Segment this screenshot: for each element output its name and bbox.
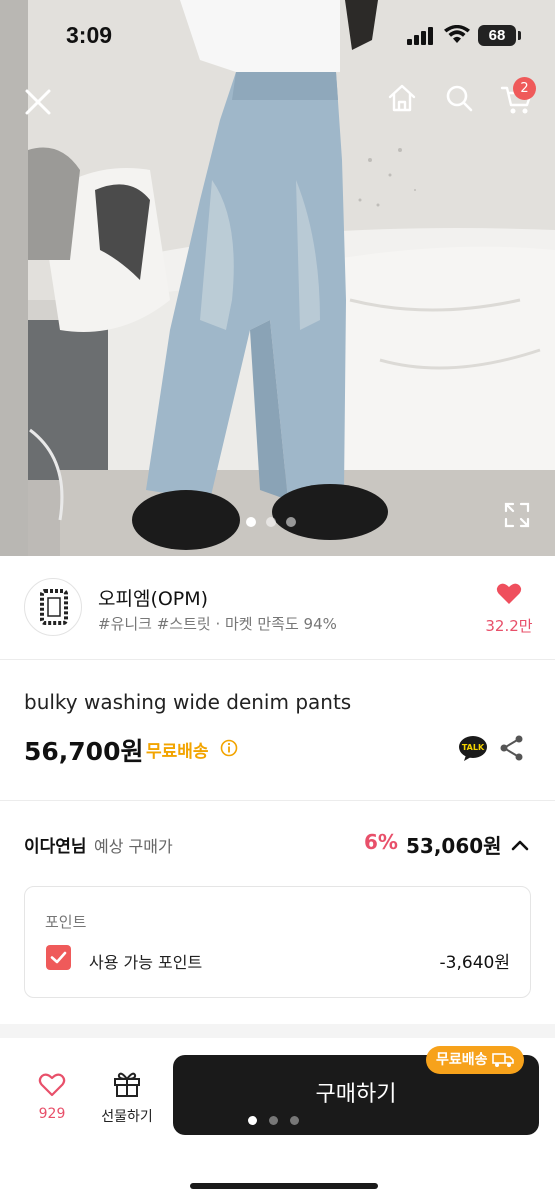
seller-logo-image — [40, 589, 68, 625]
point-title: 포인트 — [45, 913, 87, 931]
gift-label: 선물하기 — [101, 1109, 153, 1125]
overlay-pagination — [248, 1116, 299, 1125]
wishlist-button[interactable]: 929 — [24, 1072, 80, 1122]
share-icon[interactable] — [498, 734, 526, 762]
product-title: bulky washing wide denim pants — [24, 690, 352, 714]
product-image-gallery[interactable]: 3:09 68 2 — [0, 0, 555, 556]
checkmark-icon — [50, 951, 67, 964]
heart-filled-icon — [496, 583, 522, 604]
search-button[interactable] — [441, 80, 477, 116]
seller-tags: #유니크 #스트릿 · 마켓 만족도 94% — [98, 615, 337, 633]
product-price: 56,700원 — [24, 737, 144, 766]
overlay-dot-1 — [248, 1116, 257, 1125]
free-shipping-badge: 무료배송 — [426, 1046, 524, 1074]
battery-tip — [518, 31, 521, 40]
expected-price-user: 이다연님 — [24, 837, 87, 857]
home-icon — [388, 84, 416, 112]
seller-like-count: 32.2만 — [485, 617, 533, 635]
expected-discount-rate: 6% — [364, 830, 398, 854]
gallery-dot-3[interactable] — [286, 517, 296, 527]
point-option-label[interactable]: 사용 가능 포인트 — [89, 949, 202, 973]
gallery-dot-1[interactable] — [246, 517, 256, 527]
section-divider — [0, 800, 555, 801]
overlay-dot-2 — [269, 1116, 278, 1125]
point-panel: 포인트 사용 가능 포인트 -3,640원 — [24, 886, 531, 998]
chevron-up-icon[interactable] — [507, 832, 533, 858]
free-shipping-badge-label: 무료배송 — [436, 1052, 488, 1068]
cart-count-badge: 2 — [513, 77, 536, 100]
seller-logo[interactable] — [24, 578, 82, 636]
expected-price-value: 53,060원 — [406, 834, 502, 858]
cellular-signal-icon — [407, 27, 433, 45]
battery-level: 68 — [478, 25, 516, 46]
search-icon — [446, 85, 473, 112]
close-icon — [25, 89, 51, 115]
status-time: 3:09 — [66, 22, 113, 48]
home-indicator[interactable] — [190, 1183, 378, 1189]
gallery-pagination — [246, 517, 296, 527]
bottom-action-bar: 929 선물하기 구매하기 무료배송 — [0, 1038, 555, 1200]
point-checkbox[interactable] — [46, 945, 71, 970]
wishlist-count: 929 — [38, 1106, 66, 1122]
point-value: -3,640원 — [439, 953, 510, 973]
status-bar: 3:09 68 — [0, 0, 555, 72]
free-shipping-label: 무료배송 — [146, 742, 209, 762]
gift-button[interactable]: 선물하기 — [92, 1070, 162, 1126]
seller-name[interactable]: 오피엠(OPM) — [98, 584, 208, 611]
gallery-dot-2[interactable] — [266, 517, 276, 527]
truck-icon — [491, 1053, 514, 1067]
seller-section[interactable]: 오피엠(OPM) #유니크 #스트릿 · 마켓 만족도 94% — [0, 556, 555, 660]
expected-price-label: 예상 구매가 — [94, 837, 173, 856]
overlay-dot-3 — [290, 1116, 299, 1125]
close-button[interactable] — [20, 84, 56, 120]
home-button[interactable] — [384, 80, 420, 116]
gift-icon — [114, 1072, 140, 1097]
info-icon[interactable] — [220, 739, 238, 757]
wifi-icon — [444, 25, 470, 43]
heart-outline-icon — [38, 1073, 66, 1097]
fullscreen-button[interactable] — [502, 500, 532, 530]
kakao-talk-icon[interactable]: TALK — [458, 733, 488, 763]
section-separator — [0, 1024, 555, 1038]
svg-text:TALK: TALK — [462, 743, 485, 752]
expand-icon — [504, 502, 530, 528]
